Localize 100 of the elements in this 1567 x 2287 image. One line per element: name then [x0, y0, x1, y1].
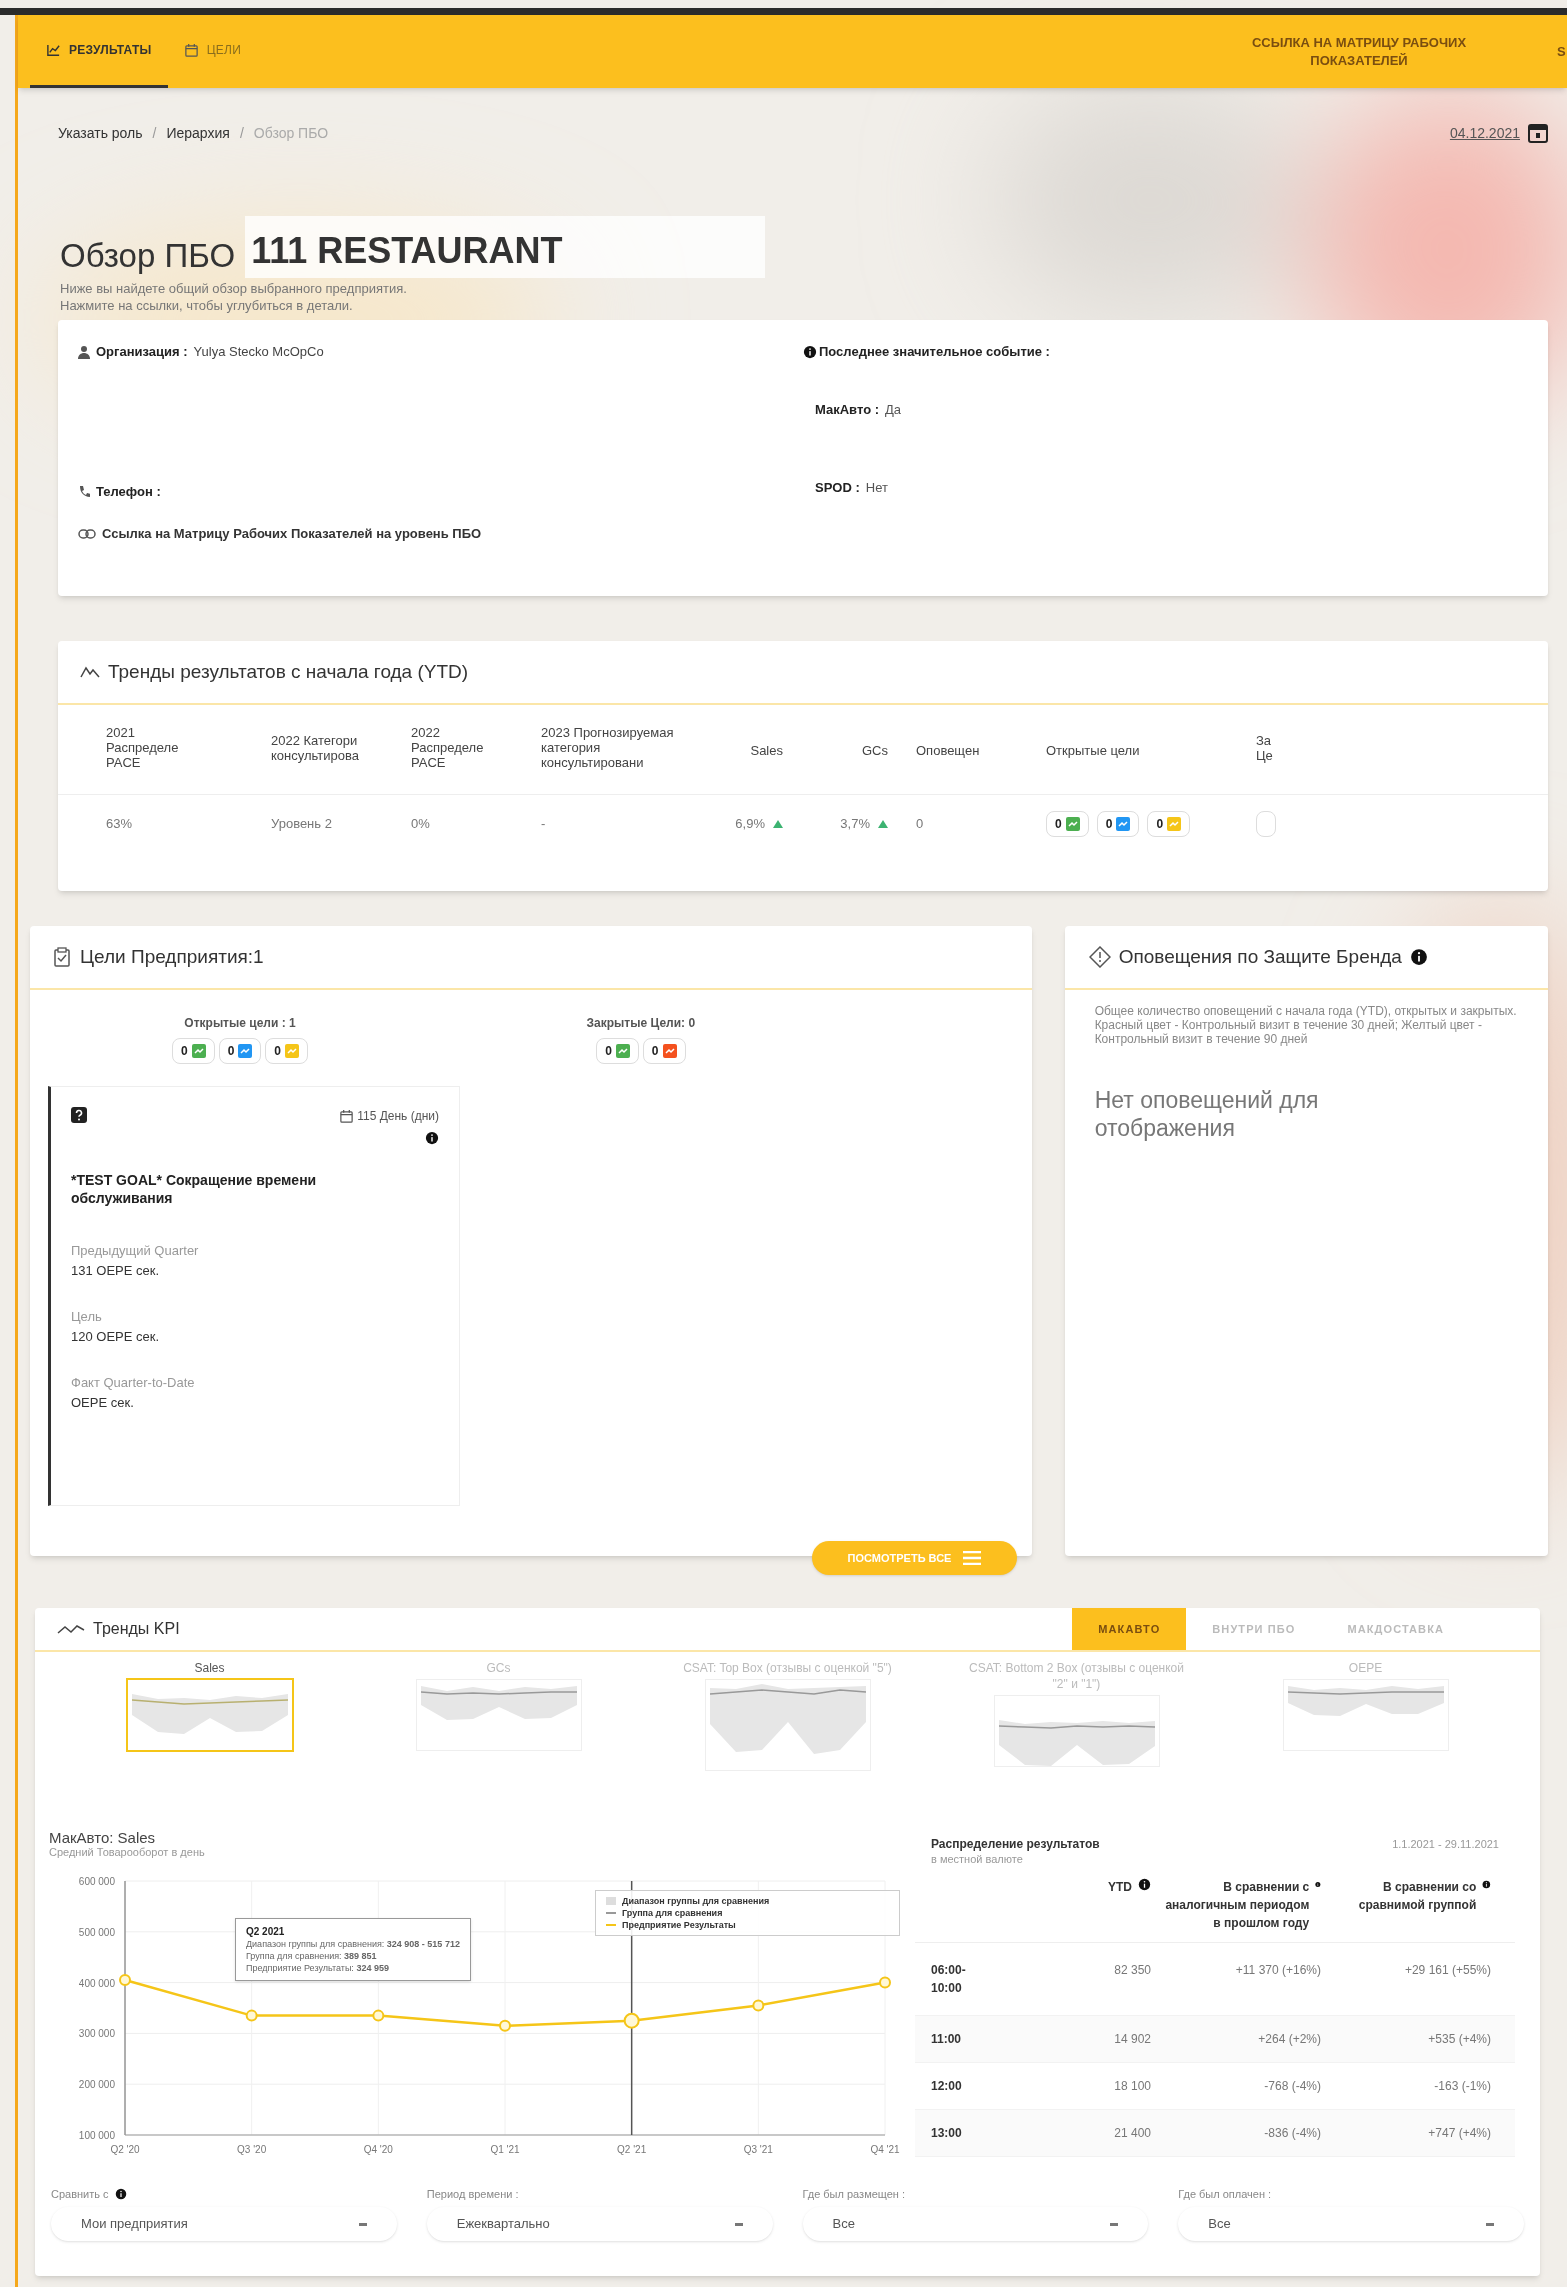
column-header: Sales [750, 742, 783, 758]
kpi-tab[interactable]: МАКАВТО [1072, 1608, 1187, 1650]
column-header: 2021 Распределе PACE [106, 725, 180, 770]
table-cell-text: - [541, 815, 546, 834]
breadcrumb-current: Обзор ПБО [253, 123, 329, 143]
link-icon [78, 527, 96, 540]
table-cell-text: 21 400 [1113, 2125, 1151, 2142]
goal-card[interactable]: 115 День (дни) *TEST GOAL* Сокращение времени обслуживания Предыдущий Quarter 131 OEPE сек. Цель 120 OEPE сек. Факт Quarter-to-Date OEPE сек. [48, 1086, 460, 1506]
row-label: 06:00-10:00 [931, 1962, 967, 1997]
legend-marker [606, 1909, 616, 1917]
field-value: Да [885, 401, 902, 420]
axis-label: 300 000 [78, 2028, 115, 2040]
table-cell-text: 0% [411, 815, 430, 834]
nav-tab[interactable]: ЦЕЛИ [167, 15, 258, 88]
count-badge [1256, 811, 1276, 837]
field-label: Телефон : [96, 483, 161, 502]
filter-label: Где был оплачен : [1178, 2186, 1272, 2202]
table-cell-text: 82 350 [1113, 1962, 1151, 1979]
table-cell-text: 6,9% [735, 815, 765, 834]
legend-label: Группа для сравнения [622, 1907, 723, 1919]
table-cell-text: 14 902 [1113, 2031, 1151, 2048]
dropdown[interactable]: Мои предприятия [51, 2207, 397, 2241]
field-label: Последнее значительное событие : [819, 343, 1050, 362]
data-point [372, 2009, 385, 2022]
help-icon [71, 1107, 87, 1123]
axis-label: Q1 '21 [490, 2144, 520, 2155]
dropdown[interactable]: Все [1178, 2207, 1524, 2241]
table-cell-text: +264 (+2%) [1257, 2031, 1321, 2048]
table-cell-text: -836 (-4%) [1263, 2125, 1321, 2142]
fact-value: 120 OEPE сек. [71, 1328, 161, 1346]
axis-label: Q2 '20 [110, 2144, 140, 2155]
column-header: Оповещен [916, 742, 980, 758]
matrix-link[interactable]: ССЫЛКА НА МАТРИЦУ РАБОЧИХ ПОКАЗАТЕЛЕЙ [1209, 33, 1509, 70]
breadcrumb-separator: / [239, 123, 244, 143]
person-icon [78, 345, 90, 359]
badge-count: 0 [180, 1043, 188, 1060]
table-subtitle: в местной валюте [931, 1852, 1024, 1866]
axis-label: Q2 '21 [617, 2144, 647, 2155]
caret-icon [734, 2222, 743, 2226]
column-header: GCs [862, 742, 888, 758]
up-arrow-icon [773, 820, 783, 828]
badge-count: 0 [605, 1043, 612, 1060]
dropdown[interactable]: Все [802, 2207, 1149, 2241]
axis-label: 100 000 [78, 2130, 115, 2141]
column-header: В сравнении с аналогичным периодом в прошлом году [1164, 1879, 1310, 1932]
caret-icon [358, 2222, 367, 2226]
table-cell-text: 3,7% [840, 815, 870, 834]
date-link[interactable]: 04.12.2021 [1449, 122, 1520, 144]
data-point [623, 2012, 640, 2029]
page-subtitle: Нажмите на ссылки, чтобы углубиться в детали. [60, 297, 354, 314]
breadcrumb-link[interactable]: Указать роль [58, 122, 143, 144]
group-label: Закрытые Цели: 0 [586, 1015, 696, 1032]
axis-label: Q3 '21 [743, 2144, 773, 2155]
card-title: Цели Предприятия:1 [80, 944, 264, 969]
row-label: 11:00 [931, 2031, 963, 2048]
column-header: 2023 Прогнозируемая категория консультировани [541, 725, 675, 770]
axis-label: 500 000 [78, 1926, 115, 1938]
breadcrumb-separator: / [152, 123, 157, 143]
field-value: Yulya Stecko McOpCo [193, 343, 324, 362]
nav-tab[interactable]: РЕЗУЛЬТАТЫ [30, 15, 168, 88]
page-title: Обзор ПБО [60, 236, 236, 276]
axis-label: 600 000 [78, 1876, 115, 1887]
legend-marker [606, 1921, 616, 1929]
column-header: Открытые цели [1046, 742, 1140, 758]
field-label: МакАвто : [815, 401, 879, 420]
trend-icon [57, 1623, 85, 1635]
column-header: 2022 Категори консультирова [271, 732, 360, 763]
legend-label: Диапазон группы для сравнения [622, 1895, 770, 1907]
caret-icon [1110, 2222, 1119, 2226]
dropdown[interactable]: Ежеквартально [426, 2207, 773, 2241]
tooltip-line: Группа для сравнения: 389 851 [246, 1950, 378, 1962]
axis-label: Q4 '20 [363, 2144, 393, 2155]
table-cell-text: +747 (+4%) [1427, 2125, 1491, 2142]
table-cell-text: 0 [916, 815, 924, 834]
data-point [752, 1999, 765, 2012]
axis-label: Q4 '21 [870, 2144, 900, 2155]
row-label: 12:00 [931, 2078, 963, 2095]
data-point [499, 2019, 511, 2032]
days-left: 115 День (дни) [357, 1108, 439, 1125]
filter-label: Период времени : [426, 2186, 519, 2202]
badge-count: 0 [1156, 816, 1164, 833]
card-title: Тренды KPI [93, 1619, 180, 1639]
nav-item[interactable]: S [1557, 41, 1567, 62]
breadcrumb-link[interactable]: Иерархия [166, 122, 230, 144]
matrix-link[interactable]: Ссылка на Матрицу Рабочих Показателей на уровень ПБО [102, 524, 482, 544]
fact-label: Цель [71, 1308, 103, 1326]
caret-icon [1486, 2222, 1494, 2226]
date-range: 1.1.2021 - 29.11.2021 [1392, 1837, 1499, 1852]
diamond-icon [1088, 946, 1111, 968]
badge-count: 0 [1055, 816, 1062, 833]
table-cell-text: -163 (-1%) [1433, 2078, 1491, 2095]
axis-label: Q3 '20 [237, 2144, 267, 2155]
row-label: 13:00 [931, 2125, 963, 2142]
info-icon [425, 1131, 439, 1145]
tooltip-line: Диапазон группы для сравнения: 324 908 - 515 712 [246, 1938, 460, 1950]
badge-count: 0 [651, 1043, 659, 1060]
kpi-thumbnail[interactable]: Sales [94, 1660, 325, 1750]
column-header: 2022 Распределе PACE [411, 725, 485, 770]
calendar-icon [1528, 123, 1548, 143]
chart-icon [46, 42, 61, 58]
